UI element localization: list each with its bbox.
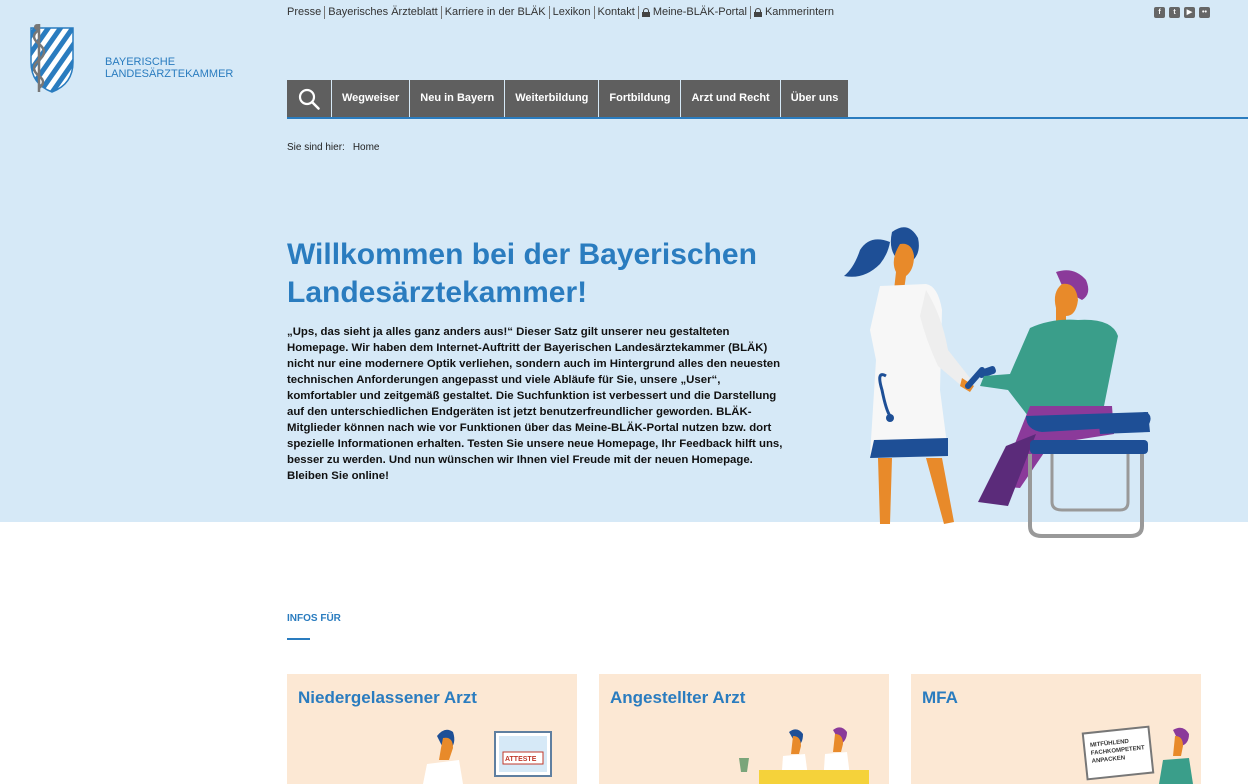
nav-link-presse[interactable]: Presse bbox=[287, 6, 326, 19]
doctor-patient-illustration bbox=[844, 227, 1151, 538]
twitter-icon[interactable]: t bbox=[1169, 7, 1180, 18]
infos-heading: INFOS FÜR bbox=[287, 613, 341, 624]
nav-link-kammerintern[interactable]: Kammerintern bbox=[751, 6, 837, 19]
nav-link-meine-blaek-portal[interactable]: Meine-BLÄK-Portal bbox=[639, 6, 751, 19]
card-title: MFA bbox=[922, 688, 958, 707]
site-logo[interactable]: BAYERISCHE LANDESÄRZTEKAMMER bbox=[25, 22, 233, 94]
card-niedergelassener-arzt[interactable]: ATTESTE Niedergelassener Arzt bbox=[287, 674, 577, 784]
card-title: Niedergelassener Arzt bbox=[298, 688, 477, 707]
nav-link-kontakt[interactable]: Kontakt bbox=[595, 6, 639, 19]
nav-link-label: Kammerintern bbox=[764, 6, 835, 18]
nav-fortbildung[interactable]: Fortbildung bbox=[599, 80, 682, 117]
card-title: Angestellter Arzt bbox=[610, 688, 746, 707]
flickr-icon[interactable]: •• bbox=[1199, 7, 1210, 18]
main-nav: Wegweiser Neu in Bayern Weiterbildung Fo… bbox=[287, 80, 850, 117]
search-icon bbox=[298, 88, 320, 110]
lock-icon bbox=[641, 8, 650, 17]
card-angestellter-arzt[interactable]: Angestellter Arzt bbox=[599, 674, 889, 784]
nav-weiterbildung[interactable]: Weiterbildung bbox=[505, 80, 600, 117]
atteste-sign: ATTESTE bbox=[505, 756, 537, 763]
breadcrumb: Sie sind hier: Home bbox=[287, 142, 380, 153]
nav-neu-in-bayern[interactable]: Neu in Bayern bbox=[410, 80, 506, 117]
logo-line-2: LANDESÄRZTEKAMMER bbox=[105, 68, 234, 80]
intro-paragraph: „Ups, das sieht ja alles ganz anders aus… bbox=[287, 326, 783, 466]
page-title: Willkommen bei der Bayerischen Landesärz… bbox=[287, 238, 757, 309]
infos-underline bbox=[287, 638, 310, 640]
intro-closing: Bleiben Sie online! bbox=[287, 470, 389, 482]
logo-line-1: BAYERISCHE bbox=[105, 56, 176, 68]
card-mfa[interactable]: MITFÜHLEND FACHKOMPETENT ANPACKEN MFA bbox=[911, 674, 1201, 784]
social-links: f t ▶ •• bbox=[1154, 7, 1210, 18]
nav-link-lexikon[interactable]: Lexikon bbox=[550, 6, 595, 19]
nav-ueber-uns[interactable]: Über uns bbox=[780, 80, 850, 117]
lock-icon bbox=[753, 8, 762, 17]
nav-arzt-und-recht[interactable]: Arzt und Recht bbox=[681, 80, 781, 117]
breadcrumb-label: Sie sind hier: bbox=[287, 142, 345, 153]
nav-underline bbox=[287, 117, 1248, 119]
search-button[interactable] bbox=[287, 80, 332, 117]
youtube-icon[interactable]: ▶ bbox=[1184, 7, 1195, 18]
logo-wordmark: BAYERISCHE LANDESÄRZTEKAMMER bbox=[105, 56, 233, 80]
coat-of-arms-icon bbox=[30, 24, 74, 93]
facebook-icon[interactable]: f bbox=[1154, 7, 1165, 18]
nav-link-label: Meine-BLÄK-Portal bbox=[652, 6, 747, 18]
nav-link-aerzteblatt[interactable]: Bayerisches Ärzteblatt bbox=[325, 6, 442, 19]
breadcrumb-home[interactable]: Home bbox=[353, 142, 380, 153]
utility-nav: Presse Bayerisches Ärzteblatt Karriere i… bbox=[287, 6, 837, 19]
nav-wegweiser[interactable]: Wegweiser bbox=[332, 80, 411, 117]
intro-text: „Ups, das sieht ja alles ganz anders aus… bbox=[287, 324, 792, 484]
nav-link-karriere[interactable]: Karriere in der BLÄK bbox=[442, 6, 550, 19]
